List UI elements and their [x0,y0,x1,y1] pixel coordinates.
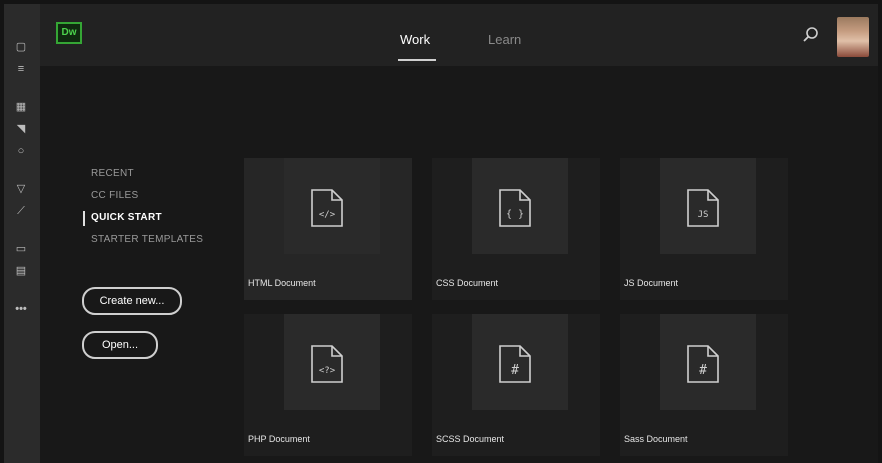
html-document-card[interactable]: </> HTML Document [244,158,412,300]
card-label: CSS Document [436,278,499,288]
svg-text:{ }: { } [506,209,524,220]
avatar[interactable] [837,17,869,57]
svg-text:#: # [699,363,707,378]
panels-icon[interactable]: ▤ [10,264,32,278]
sass-document-card[interactable]: # Sass Document [620,314,788,456]
active-tab-indicator [398,59,436,61]
active-nav-indicator [83,211,85,226]
card-thumbnail: <?> [284,314,380,410]
properties-icon[interactable]: ◥ [10,122,32,136]
js-document-card[interactable]: JS JS Document [620,158,788,300]
sidebar-item-quick-start[interactable]: QUICK START [91,212,162,223]
svg-text:#: # [511,363,519,378]
php-document-card[interactable]: <?> PHP Document [244,314,412,456]
files-icon[interactable]: ▢ [10,40,32,54]
card-label: Sass Document [624,434,688,444]
app-logo: Dw [56,22,82,44]
php-file-icon: <?> [311,345,343,383]
code-icon[interactable]: ≡ [10,62,32,76]
filter-icon[interactable]: ▽ [10,182,32,196]
more-icon[interactable]: ••• [10,302,32,316]
assets-icon[interactable]: ○ [10,144,32,158]
sidebar-item-recent[interactable]: RECENT [91,168,134,179]
card-thumbnail: # [472,314,568,410]
card-label: SCSS Document [436,434,505,444]
card-label: PHP Document [248,434,310,444]
card-thumbnail: JS [660,158,756,254]
svg-text:</>: </> [319,210,336,220]
search-icon[interactable] [802,26,820,44]
card-thumbnail: </> [284,158,380,254]
card-label: JS Document [624,278,679,288]
svg-text:JS: JS [698,210,709,220]
sidebar-item-cc-files[interactable]: CC FILES [91,190,138,201]
tab-work[interactable]: Work [400,32,430,47]
layout-icon[interactable]: ▦ [10,100,32,114]
scss-document-card[interactable]: # SCSS Document [432,314,600,456]
card-thumbnail: { } [472,158,568,254]
card-label: HTML Document [248,278,316,288]
tab-learn[interactable]: Learn [488,32,521,47]
top-header: Dw Work Learn [40,4,878,66]
create-new-button[interactable]: Create new... [82,287,182,315]
sass-file-icon: # [687,345,719,383]
brush-icon[interactable]: ⟋ [10,204,32,218]
css-document-card[interactable]: { } CSS Document [432,158,600,300]
css-file-icon: { } [499,189,531,227]
left-toolbar: ▢ ≡ ▦ ◥ ○ ▽ ⟋ ▭ ▤ ••• [4,4,41,463]
svg-text:<?>: <?> [319,366,336,376]
html-file-icon: </> [311,189,343,227]
comment-icon[interactable]: ▭ [10,242,32,256]
scss-file-icon: # [499,345,531,383]
js-file-icon: JS [687,189,719,227]
app-window: ▢ ≡ ▦ ◥ ○ ▽ ⟋ ▭ ▤ ••• Dw Work Learn RECE… [0,0,882,463]
sidebar-item-starter-templates[interactable]: STARTER TEMPLATES [91,234,203,245]
card-thumbnail: # [660,314,756,410]
open-button[interactable]: Open... [82,331,158,359]
